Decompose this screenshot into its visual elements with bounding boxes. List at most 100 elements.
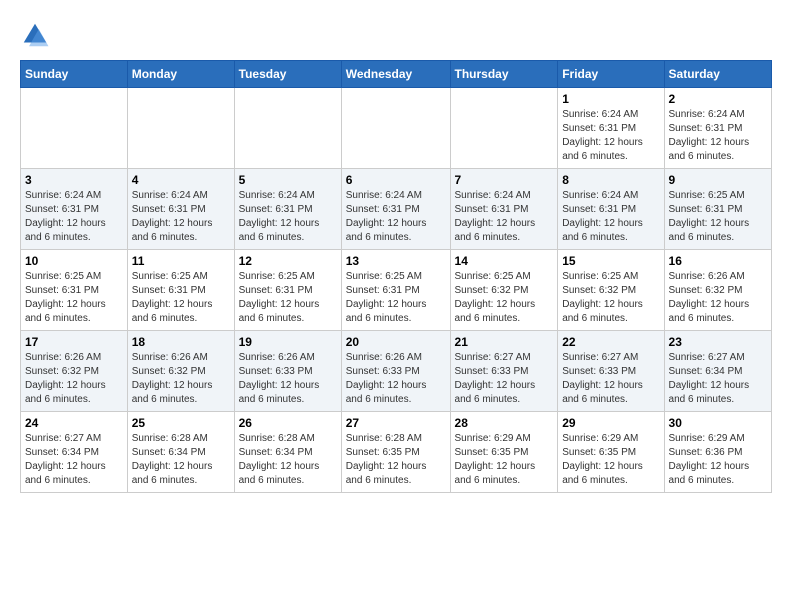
calendar-cell: 20Sunrise: 6:26 AM Sunset: 6:33 PM Dayli…	[341, 331, 450, 412]
calendar-cell	[127, 88, 234, 169]
day-number: 8	[562, 173, 659, 187]
header-cell-wednesday: Wednesday	[341, 61, 450, 88]
day-number: 11	[132, 254, 230, 268]
day-info: Sunrise: 6:25 AM Sunset: 6:32 PM Dayligh…	[562, 270, 659, 326]
day-number: 12	[239, 254, 337, 268]
day-info: Sunrise: 6:24 AM Sunset: 6:31 PM Dayligh…	[562, 189, 659, 245]
day-info: Sunrise: 6:26 AM Sunset: 6:32 PM Dayligh…	[132, 351, 230, 407]
day-info: Sunrise: 6:24 AM Sunset: 6:31 PM Dayligh…	[455, 189, 554, 245]
calendar-cell: 7 Sunrise: 6:24 AM Sunset: 6:31 PM Daylig…	[450, 169, 558, 250]
day-info: Sunrise: 6:27 AM Sunset: 6:34 PM Dayligh…	[25, 432, 123, 488]
day-number: 22	[562, 335, 659, 349]
day-number: 21	[455, 335, 554, 349]
calendar-cell: 19 Sunrise: 6:26 AM Sunset: 6:33 PM Dayli…	[234, 331, 341, 412]
calendar-week-row: 1 Sunrise: 6:24 AM Sunset: 6:31 PM Daylig…	[21, 88, 772, 169]
header-cell-thursday: Thursday	[450, 61, 558, 88]
calendar-cell: 23 Sunrise: 6:27 AM Sunset: 6:34 PM Dayli…	[664, 331, 771, 412]
day-number: 15	[562, 254, 659, 268]
day-info: Sunrise: 6:26 AM Sunset: 6:32 PM Dayligh…	[669, 270, 767, 326]
day-info: Sunrise: 6:27 AM Sunset: 6:34 PM Dayligh…	[669, 351, 767, 407]
day-info: Sunrise: 6:26 AM Sunset: 6:32 PM Dayligh…	[25, 351, 123, 407]
calendar-week-row: 10 Sunrise: 6:25 AM Sunset: 6:31 PM Dayli…	[21, 250, 772, 331]
day-number: 27	[346, 416, 446, 430]
day-number: 13	[346, 254, 446, 268]
day-number: 9	[669, 173, 767, 187]
calendar-week-row: 24 Sunrise: 6:27 AM Sunset: 6:34 PM Dayli…	[21, 412, 772, 493]
day-number: 3	[25, 173, 123, 187]
calendar-cell	[234, 88, 341, 169]
calendar-cell: 29 Sunrise: 6:29 AM Sunset: 6:35 PM Dayli…	[558, 412, 664, 493]
day-info: Sunrise: 6:29 AM Sunset: 6:35 PM Dayligh…	[455, 432, 554, 488]
day-info: Sunrise: 6:25 AM Sunset: 6:31 PM Dayligh…	[239, 270, 337, 326]
day-info: Sunrise: 6:24 AM Sunset: 6:31 PM Dayligh…	[562, 108, 659, 164]
day-number: 24	[25, 416, 123, 430]
day-number: 17	[25, 335, 123, 349]
header-cell-monday: Monday	[127, 61, 234, 88]
day-info: Sunrise: 6:24 AM Sunset: 6:31 PM Dayligh…	[132, 189, 230, 245]
day-info: Sunrise: 6:28 AM Sunset: 6:35 PM Dayligh…	[346, 432, 446, 488]
calendar-cell: 4 Sunrise: 6:24 AM Sunset: 6:31 PM Daylig…	[127, 169, 234, 250]
day-info: Sunrise: 6:29 AM Sunset: 6:35 PM Dayligh…	[562, 432, 659, 488]
calendar-cell: 22 Sunrise: 6:27 AM Sunset: 6:33 PM Dayli…	[558, 331, 664, 412]
day-info: Sunrise: 6:27 AM Sunset: 6:33 PM Dayligh…	[562, 351, 659, 407]
day-info: Sunrise: 6:25 AM Sunset: 6:31 PM Dayligh…	[132, 270, 230, 326]
calendar-week-row: 3 Sunrise: 6:24 AM Sunset: 6:31 PM Daylig…	[21, 169, 772, 250]
calendar-cell: 15 Sunrise: 6:25 AM Sunset: 6:32 PM Dayli…	[558, 250, 664, 331]
day-info: Sunrise: 6:26 AM Sunset: 6:33 PM Dayligh…	[239, 351, 337, 407]
calendar-cell: 9Sunrise: 6:25 AM Sunset: 6:31 PM Daylig…	[664, 169, 771, 250]
day-number: 19	[239, 335, 337, 349]
day-number: 29	[562, 416, 659, 430]
calendar-cell: 21 Sunrise: 6:27 AM Sunset: 6:33 PM Dayli…	[450, 331, 558, 412]
day-number: 7	[455, 173, 554, 187]
day-info: Sunrise: 6:25 AM Sunset: 6:31 PM Dayligh…	[25, 270, 123, 326]
calendar-cell: 14Sunrise: 6:25 AM Sunset: 6:32 PM Dayli…	[450, 250, 558, 331]
calendar-cell: 17 Sunrise: 6:26 AM Sunset: 6:32 PM Dayli…	[21, 331, 128, 412]
page-header	[20, 20, 772, 50]
calendar-cell: 8 Sunrise: 6:24 AM Sunset: 6:31 PM Daylig…	[558, 169, 664, 250]
logo	[20, 20, 54, 50]
calendar-week-row: 17 Sunrise: 6:26 AM Sunset: 6:32 PM Dayli…	[21, 331, 772, 412]
calendar-cell	[21, 88, 128, 169]
day-info: Sunrise: 6:29 AM Sunset: 6:36 PM Dayligh…	[669, 432, 767, 488]
calendar-cell: 30 Sunrise: 6:29 AM Sunset: 6:36 PM Dayli…	[664, 412, 771, 493]
day-info: Sunrise: 6:28 AM Sunset: 6:34 PM Dayligh…	[132, 432, 230, 488]
calendar-cell: 3 Sunrise: 6:24 AM Sunset: 6:31 PM Daylig…	[21, 169, 128, 250]
calendar-cell: 11 Sunrise: 6:25 AM Sunset: 6:31 PM Dayli…	[127, 250, 234, 331]
calendar-cell: 27 Sunrise: 6:28 AM Sunset: 6:35 PM Dayli…	[341, 412, 450, 493]
day-number: 23	[669, 335, 767, 349]
header-cell-saturday: Saturday	[664, 61, 771, 88]
day-number: 26	[239, 416, 337, 430]
day-number: 30	[669, 416, 767, 430]
day-info: Sunrise: 6:24 AM Sunset: 6:31 PM Dayligh…	[669, 108, 767, 164]
day-info: Sunrise: 6:24 AM Sunset: 6:31 PM Dayligh…	[346, 189, 446, 245]
day-number: 25	[132, 416, 230, 430]
day-info: Sunrise: 6:26 AM Sunset: 6:33 PM Dayligh…	[346, 351, 446, 407]
day-number: 1	[562, 92, 659, 106]
calendar-cell: 16Sunrise: 6:26 AM Sunset: 6:32 PM Dayli…	[664, 250, 771, 331]
calendar-cell: 25 Sunrise: 6:28 AM Sunset: 6:34 PM Dayli…	[127, 412, 234, 493]
calendar-cell	[450, 88, 558, 169]
day-number: 10	[25, 254, 123, 268]
calendar-cell: 28 Sunrise: 6:29 AM Sunset: 6:35 PM Dayli…	[450, 412, 558, 493]
day-number: 4	[132, 173, 230, 187]
calendar-table: SundayMondayTuesdayWednesdayThursdayFrid…	[20, 60, 772, 493]
header-cell-friday: Friday	[558, 61, 664, 88]
header-cell-tuesday: Tuesday	[234, 61, 341, 88]
calendar-cell: 13 Sunrise: 6:25 AM Sunset: 6:31 PM Dayli…	[341, 250, 450, 331]
day-number: 5	[239, 173, 337, 187]
day-info: Sunrise: 6:25 AM Sunset: 6:31 PM Dayligh…	[346, 270, 446, 326]
day-number: 28	[455, 416, 554, 430]
day-info: Sunrise: 6:24 AM Sunset: 6:31 PM Dayligh…	[239, 189, 337, 245]
day-number: 6	[346, 173, 446, 187]
calendar-header-row: SundayMondayTuesdayWednesdayThursdayFrid…	[21, 61, 772, 88]
header-cell-sunday: Sunday	[21, 61, 128, 88]
day-info: Sunrise: 6:27 AM Sunset: 6:33 PM Dayligh…	[455, 351, 554, 407]
calendar-cell: 1 Sunrise: 6:24 AM Sunset: 6:31 PM Daylig…	[558, 88, 664, 169]
calendar-cell	[341, 88, 450, 169]
calendar-cell: 24 Sunrise: 6:27 AM Sunset: 6:34 PM Dayli…	[21, 412, 128, 493]
day-info: Sunrise: 6:25 AM Sunset: 6:32 PM Dayligh…	[455, 270, 554, 326]
day-info: Sunrise: 6:24 AM Sunset: 6:31 PM Dayligh…	[25, 189, 123, 245]
day-info: Sunrise: 6:28 AM Sunset: 6:34 PM Dayligh…	[239, 432, 337, 488]
calendar-cell: 26 Sunrise: 6:28 AM Sunset: 6:34 PM Dayli…	[234, 412, 341, 493]
calendar-cell: 12 Sunrise: 6:25 AM Sunset: 6:31 PM Dayli…	[234, 250, 341, 331]
